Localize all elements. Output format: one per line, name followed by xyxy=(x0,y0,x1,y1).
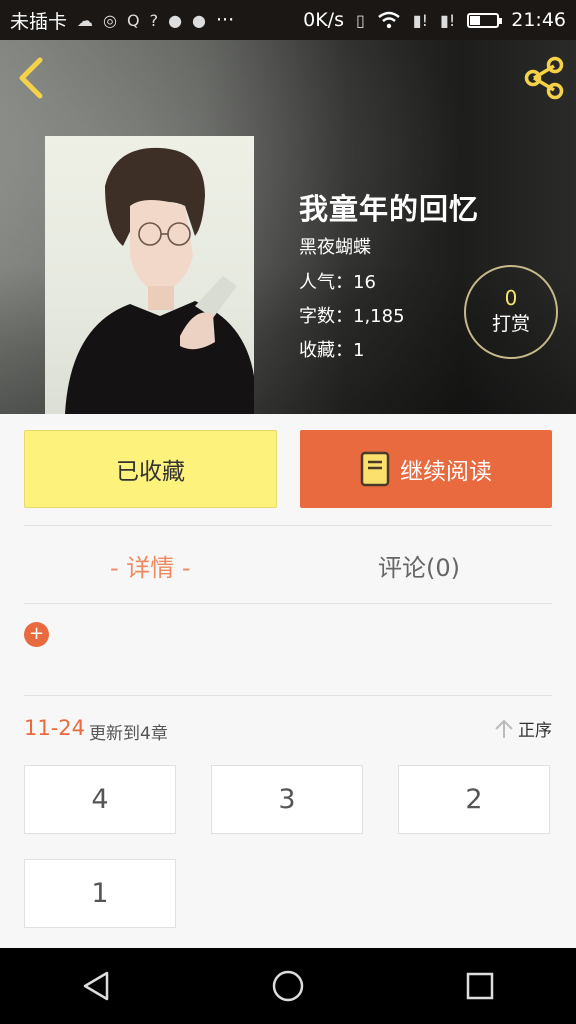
nav-recents-icon xyxy=(466,972,494,1000)
book-header: 我童年的回忆 黑夜蝴蝶 人气：16 字数：1,185 收藏：1 0 打赏 xyxy=(0,40,576,414)
favorites-stat: 收藏：1 xyxy=(299,340,365,361)
author-name[interactable]: 黑夜蝴蝶 xyxy=(299,233,371,259)
tip-count: 0 xyxy=(504,286,518,310)
nav-recents-button[interactable] xyxy=(456,962,504,1010)
divider xyxy=(24,695,552,696)
sort-order-label: 正序 xyxy=(518,721,552,741)
carrier-text: 未插卡 xyxy=(10,10,68,33)
divider xyxy=(24,525,552,526)
chapter-button[interactable]: 4 xyxy=(24,765,176,834)
status-left: 未插卡 ☁ ◎ Q ? ● ● ··· xyxy=(10,7,234,34)
app-q-icon: Q xyxy=(126,10,140,30)
back-arrow-icon xyxy=(19,57,43,99)
share-icon xyxy=(524,56,564,100)
popularity-stat: 人气：16 xyxy=(299,272,376,293)
location-icon-2: ● xyxy=(192,10,207,30)
sim-icon: ▮! xyxy=(412,10,429,30)
tab-details[interactable]: - 详情 - xyxy=(110,548,191,583)
continue-reading-button[interactable]: 继续阅读 xyxy=(300,430,552,508)
weather-icon: ☁ xyxy=(77,10,94,30)
back-button[interactable] xyxy=(14,56,50,100)
update-status-text: 更新到4章 xyxy=(89,724,168,744)
tip-label: 打赏 xyxy=(491,313,530,335)
clock: 21:46 xyxy=(511,9,566,31)
battery-icon xyxy=(467,12,503,28)
favorited-label: 已收藏 xyxy=(116,459,185,485)
continue-reading-label: 继续阅读 xyxy=(400,459,492,485)
status-right: 0K/s ▯ ▮! ▮! 21:46 xyxy=(303,9,566,31)
tip-button[interactable]: 0 打赏 xyxy=(464,265,558,359)
more-notifications: ··· xyxy=(216,9,235,31)
nav-back-button[interactable] xyxy=(72,962,120,1010)
network-speed: 0K/s xyxy=(303,9,344,31)
book-icon xyxy=(360,451,390,487)
notification-icon: ◎ xyxy=(103,10,117,30)
word-count-stat: 字数：1,185 xyxy=(299,306,405,327)
nav-home-button[interactable] xyxy=(264,962,312,1010)
update-date-range: 11-24 xyxy=(24,716,86,740)
cover-illustration xyxy=(65,147,254,414)
sort-order-button[interactable]: 正序 xyxy=(494,716,552,741)
nav-home-icon xyxy=(272,970,304,1002)
chapter-button[interactable]: 1 xyxy=(24,859,176,928)
wifi-question-icon: ? xyxy=(149,10,159,30)
book-title: 我童年的回忆 xyxy=(299,192,480,226)
status-bar: 未插卡 ☁ ◎ Q ? ● ● ··· 0K/s ▯ ▮! ▮! 21:46 xyxy=(0,0,576,40)
sort-up-arrow-icon xyxy=(495,719,513,738)
system-nav-bar xyxy=(0,948,576,1024)
tab-comments[interactable]: 评论(0) xyxy=(378,548,460,583)
expand-plus-button[interactable]: + xyxy=(24,622,49,647)
wifi-icon xyxy=(378,11,400,29)
book-cover[interactable] xyxy=(45,136,254,414)
location-icon: ● xyxy=(168,10,183,30)
vibrate-icon: ▯ xyxy=(355,10,365,30)
chapter-button[interactable]: 3 xyxy=(211,765,363,834)
share-button[interactable] xyxy=(522,56,566,100)
favorited-button[interactable]: 已收藏 xyxy=(24,430,277,508)
chapter-button[interactable]: 2 xyxy=(398,765,550,834)
nav-back-icon xyxy=(83,971,109,1001)
sim-icon-2: ▮! xyxy=(440,10,456,30)
divider xyxy=(24,603,552,604)
